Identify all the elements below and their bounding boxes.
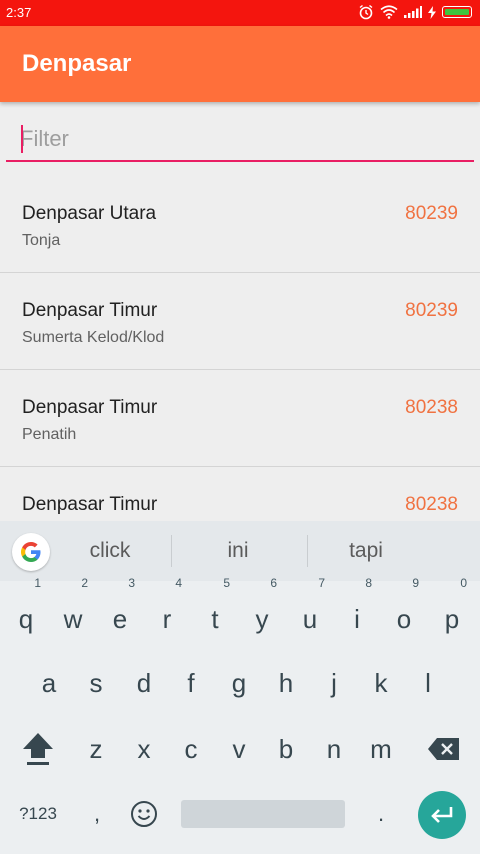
key-hint: 7	[318, 576, 325, 590]
key-label: e	[112, 604, 128, 634]
key-y[interactable]: y6	[241, 577, 283, 647]
key-label: q	[18, 604, 34, 634]
item-subtitle: Sumerta Kelod/Klod	[22, 329, 165, 346]
key-r[interactable]: r4	[146, 577, 188, 647]
key-x[interactable]: x	[123, 721, 165, 777]
period-key[interactable]: .	[360, 786, 402, 842]
key-a[interactable]: a	[28, 655, 70, 711]
suggestion-strip: click ini tapi	[0, 521, 480, 581]
shift-key[interactable]	[17, 721, 59, 777]
key-hint: 2	[81, 576, 88, 590]
item-postal-code: 80239	[405, 203, 458, 224]
key-m[interactable]: m	[360, 721, 402, 777]
key-hint: 5	[223, 576, 230, 590]
key-hint: 6	[270, 576, 277, 590]
key-i[interactable]: i8	[336, 577, 378, 647]
key-label: p	[444, 604, 460, 634]
enter-icon	[431, 807, 453, 823]
key-j[interactable]: j	[313, 655, 355, 711]
soft-keyboard: click ini tapi q1 w2 e3 r4 t5 y6 u7 i8 o…	[0, 521, 480, 854]
status-bar: 2:37	[0, 0, 480, 26]
key-q[interactable]: q1	[5, 577, 47, 647]
signal-icon	[404, 6, 422, 18]
key-hint: 8	[365, 576, 372, 590]
key-o[interactable]: o9	[383, 577, 425, 647]
battery-icon	[442, 6, 472, 18]
key-s[interactable]: s	[75, 655, 117, 711]
key-u[interactable]: u7	[289, 577, 331, 647]
suggestion-divider	[171, 535, 172, 567]
postal-code-list[interactable]: Denpasar Utara Tonja 80239 Denpasar Timu…	[0, 176, 480, 564]
list-item[interactable]: Denpasar Timur Sumerta Kelod/Klod 80239	[0, 273, 480, 370]
key-hint: 3	[128, 576, 135, 590]
charging-icon	[428, 5, 436, 19]
item-postal-code: 80238	[405, 494, 458, 515]
key-label: w	[63, 604, 83, 634]
google-icon[interactable]	[12, 533, 50, 571]
item-postal-code: 80239	[405, 300, 458, 321]
suggestion-2[interactable]: ini	[183, 539, 293, 563]
key-b[interactable]: b	[265, 721, 307, 777]
key-z[interactable]: z	[75, 721, 117, 777]
backspace-icon	[428, 738, 459, 760]
key-label: t	[211, 604, 219, 634]
key-hint: 0	[460, 576, 467, 590]
shift-icon	[23, 733, 53, 765]
enter-key[interactable]	[418, 791, 466, 839]
suggestion-divider	[307, 535, 308, 567]
key-g[interactable]: g	[218, 655, 260, 711]
filter-container	[6, 118, 474, 166]
filter-input[interactable]	[6, 118, 474, 162]
key-d[interactable]: d	[123, 655, 165, 711]
key-k[interactable]: k	[360, 655, 402, 711]
item-title: Denpasar Timur	[22, 397, 158, 418]
emoji-key[interactable]	[123, 786, 165, 842]
emoji-icon	[131, 801, 157, 827]
space-key[interactable]	[181, 800, 345, 828]
symbols-key[interactable]: ?123	[10, 786, 66, 842]
key-label: y	[255, 604, 269, 634]
comma-key[interactable]: ,	[76, 786, 118, 842]
key-f[interactable]: f	[170, 655, 212, 711]
key-n[interactable]: n	[313, 721, 355, 777]
text-cursor	[21, 125, 23, 153]
key-label: o	[396, 604, 412, 634]
key-w[interactable]: w2	[52, 577, 94, 647]
key-label: r	[162, 604, 172, 634]
item-title: Denpasar Utara	[22, 203, 157, 224]
item-title: Denpasar Timur	[22, 494, 158, 515]
item-subtitle: Penatih	[22, 426, 77, 443]
item-title: Denpasar Timur	[22, 300, 158, 321]
app-bar: Denpasar	[0, 26, 480, 102]
suggestion-3[interactable]: tapi	[311, 539, 421, 563]
key-label: u	[302, 604, 318, 634]
key-hint: 1	[34, 576, 41, 590]
status-time: 2:37	[6, 5, 32, 20]
key-c[interactable]: c	[170, 721, 212, 777]
key-v[interactable]: v	[218, 721, 260, 777]
key-hint: 4	[175, 576, 182, 590]
key-t[interactable]: t5	[194, 577, 236, 647]
alarm-icon	[359, 4, 373, 20]
item-subtitle: Tonja	[22, 232, 61, 249]
status-icons	[358, 4, 472, 20]
key-e[interactable]: e3	[99, 577, 141, 647]
item-postal-code: 80238	[405, 397, 458, 418]
key-p[interactable]: p0	[431, 577, 473, 647]
key-l[interactable]: l	[407, 655, 449, 711]
key-h[interactable]: h	[265, 655, 307, 711]
key-hint: 9	[412, 576, 419, 590]
backspace-key[interactable]	[420, 721, 468, 777]
page-title: Denpasar	[22, 50, 132, 77]
key-label: i	[354, 604, 360, 634]
wifi-icon	[380, 5, 398, 19]
list-item[interactable]: Denpasar Utara Tonja 80239	[0, 176, 480, 273]
suggestion-1[interactable]: click	[55, 539, 165, 563]
list-item[interactable]: Denpasar Timur Penatih 80238	[0, 370, 480, 467]
